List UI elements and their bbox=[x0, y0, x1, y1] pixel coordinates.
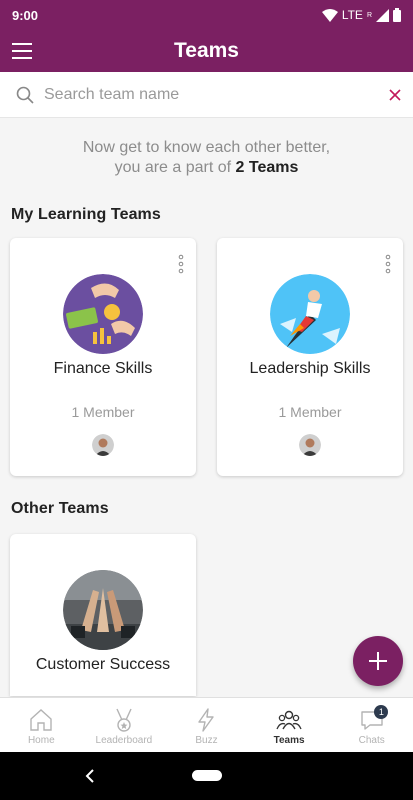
plus-icon bbox=[369, 652, 387, 670]
nav-label: Leaderboard bbox=[95, 735, 153, 746]
team-card-customer-success[interactable]: Customer Success bbox=[10, 534, 196, 696]
bottom-navigation: Home Leaderboard Buzz Teams 1 Chats bbox=[0, 697, 413, 752]
search-bar bbox=[0, 72, 413, 118]
intro-text: Now get to know each other better, you a… bbox=[0, 138, 413, 178]
roaming-indicator: R bbox=[366, 11, 372, 19]
nav-label: Teams bbox=[273, 735, 305, 746]
medal-icon bbox=[116, 708, 132, 732]
intro-line-2: you are a part of 2 Teams bbox=[0, 158, 413, 178]
status-bar: 9:00 LTE R bbox=[0, 0, 413, 30]
unread-badge: 1 bbox=[374, 705, 389, 719]
search-icon bbox=[16, 86, 34, 104]
team-name: Finance Skills bbox=[53, 360, 153, 377]
section-title-other-teams: Other Teams bbox=[11, 500, 109, 517]
nav-label: Buzz bbox=[195, 735, 218, 746]
page-title: Teams bbox=[174, 39, 239, 62]
leadership-illustration bbox=[270, 274, 350, 354]
team-name: Leadership Skills bbox=[249, 360, 371, 377]
back-icon[interactable] bbox=[82, 767, 98, 785]
team-card-finance[interactable]: Finance Skills 1 Member bbox=[10, 238, 196, 476]
system-navigation-bar bbox=[0, 752, 413, 800]
nav-item-chats[interactable]: 1 Chats bbox=[330, 698, 413, 752]
avatar bbox=[299, 434, 321, 456]
battery-icon bbox=[393, 8, 401, 22]
finance-illustration bbox=[63, 274, 143, 354]
avatar bbox=[92, 434, 114, 456]
member-count: 1 Member bbox=[71, 404, 135, 420]
signal-icon bbox=[376, 8, 389, 22]
nav-item-home[interactable]: Home bbox=[0, 698, 83, 752]
team-name: Customer Success bbox=[35, 656, 171, 673]
menu-icon[interactable] bbox=[10, 39, 34, 63]
status-icons: LTE R bbox=[321, 8, 401, 22]
lightning-icon bbox=[198, 708, 215, 732]
people-icon bbox=[276, 710, 302, 730]
nav-label: Chats bbox=[358, 735, 385, 746]
intro-line-1: Now get to know each other better, bbox=[82, 139, 331, 156]
team-card-leadership[interactable]: Leadership Skills 1 Member bbox=[217, 238, 403, 476]
nav-item-buzz[interactable]: Buzz bbox=[165, 698, 248, 752]
nav-item-teams[interactable]: Teams bbox=[248, 698, 331, 752]
home-pill[interactable] bbox=[192, 770, 222, 781]
clear-search-icon[interactable] bbox=[387, 87, 403, 103]
nav-label: Home bbox=[27, 735, 55, 746]
network-type: LTE bbox=[341, 8, 363, 22]
wifi-icon bbox=[321, 8, 338, 22]
nav-item-leaderboard[interactable]: Leaderboard bbox=[83, 698, 166, 752]
more-options-icon[interactable] bbox=[178, 254, 184, 274]
home-icon bbox=[30, 709, 52, 731]
team-high-five-photo bbox=[63, 570, 143, 650]
intro-line-2-prefix: you are a part of bbox=[114, 159, 236, 176]
add-team-button[interactable] bbox=[353, 636, 403, 686]
team-count: 2 Teams bbox=[235, 159, 299, 176]
app-bar: Teams bbox=[0, 30, 413, 72]
more-options-icon[interactable] bbox=[385, 254, 391, 274]
section-title-my-teams: My Learning Teams bbox=[11, 206, 161, 223]
member-count: 1 Member bbox=[278, 404, 342, 420]
status-time: 9:00 bbox=[12, 7, 39, 23]
search-input[interactable] bbox=[44, 80, 374, 110]
